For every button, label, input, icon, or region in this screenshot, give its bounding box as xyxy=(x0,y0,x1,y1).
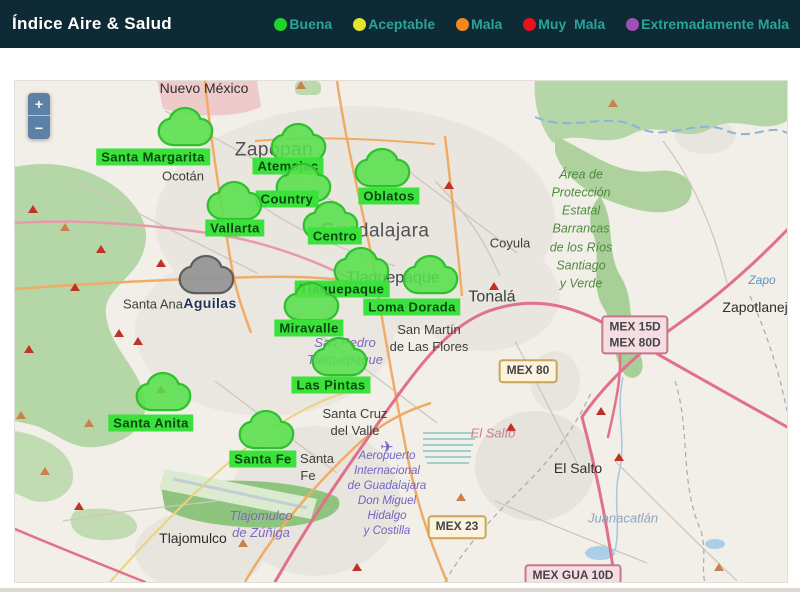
legend-label: Mala xyxy=(471,16,502,32)
zoom-control: + − xyxy=(28,93,50,139)
station-cloud-vallarta[interactable] xyxy=(205,181,263,221)
map[interactable]: Nuevo MéxicoZapopanOcotánGuadalajaraCoyu… xyxy=(14,80,788,583)
station-cloud-las-pintas[interactable] xyxy=(310,337,368,377)
station-label-santa-fe[interactable]: Santa Fe xyxy=(229,451,296,468)
station-label-santa-anita[interactable]: Santa Anita xyxy=(108,415,193,432)
station-cloud-oblatos[interactable] xyxy=(353,148,411,188)
bottom-page-edge xyxy=(0,588,800,592)
legend-label: Extremadamente Mala xyxy=(641,16,789,32)
station-label-miravalle[interactable]: Miravalle xyxy=(274,320,343,337)
station-cloud-santa-margarita[interactable] xyxy=(156,107,214,147)
legend-dot-mala xyxy=(456,18,469,31)
station-label-oblatos[interactable]: Oblatos xyxy=(358,188,419,205)
station-cloud-santa-anita[interactable] xyxy=(134,372,192,412)
app-title: Índice Aire & Salud xyxy=(0,14,172,34)
legend-dot-muy-mala xyxy=(523,18,536,31)
legend-dot-buena xyxy=(274,18,287,31)
zoom-out-button[interactable]: − xyxy=(28,116,50,139)
station-label-vallarta[interactable]: Vallarta xyxy=(205,220,264,237)
header: Índice Aire & Salud Buena Aceptable Mala Mu… xyxy=(0,0,800,48)
legend: Buena Aceptable Mala Muy Mala Extremadamente… xyxy=(274,16,800,32)
legend-label: Buena xyxy=(289,16,332,32)
legend-dot-aceptable xyxy=(353,18,366,31)
station-label-aguilas[interactable]: Aguilas xyxy=(178,294,241,312)
station-label-santa-margarita[interactable]: Santa Margarita xyxy=(96,149,210,166)
zoom-in-button[interactable]: + xyxy=(28,93,50,116)
legend-label: Muy Mala xyxy=(538,16,605,32)
legend-label: Aceptable xyxy=(368,16,435,32)
station-label-centro[interactable]: Centro xyxy=(308,228,362,245)
legend-item-extremadamente-mala: Extremadamente Mala xyxy=(626,16,789,32)
legend-item-buena: Buena xyxy=(274,16,332,32)
lake xyxy=(705,539,725,549)
station-cloud-loma-dorada[interactable] xyxy=(401,255,459,295)
station-label-las-pintas[interactable]: Las Pintas xyxy=(291,377,370,394)
legend-item-aceptable: Aceptable xyxy=(353,16,435,32)
station-cloud-miravalle[interactable] xyxy=(282,282,340,322)
legend-item-muy-mala: Muy Mala xyxy=(523,16,605,32)
station-cloud-aguilas[interactable] xyxy=(177,255,235,295)
station-cloud-santa-fe[interactable] xyxy=(237,410,295,450)
legend-item-mala: Mala xyxy=(456,16,502,32)
station-label-loma-dorada[interactable]: Loma Dorada xyxy=(363,299,460,316)
legend-dot-extremadamente-mala xyxy=(626,18,639,31)
